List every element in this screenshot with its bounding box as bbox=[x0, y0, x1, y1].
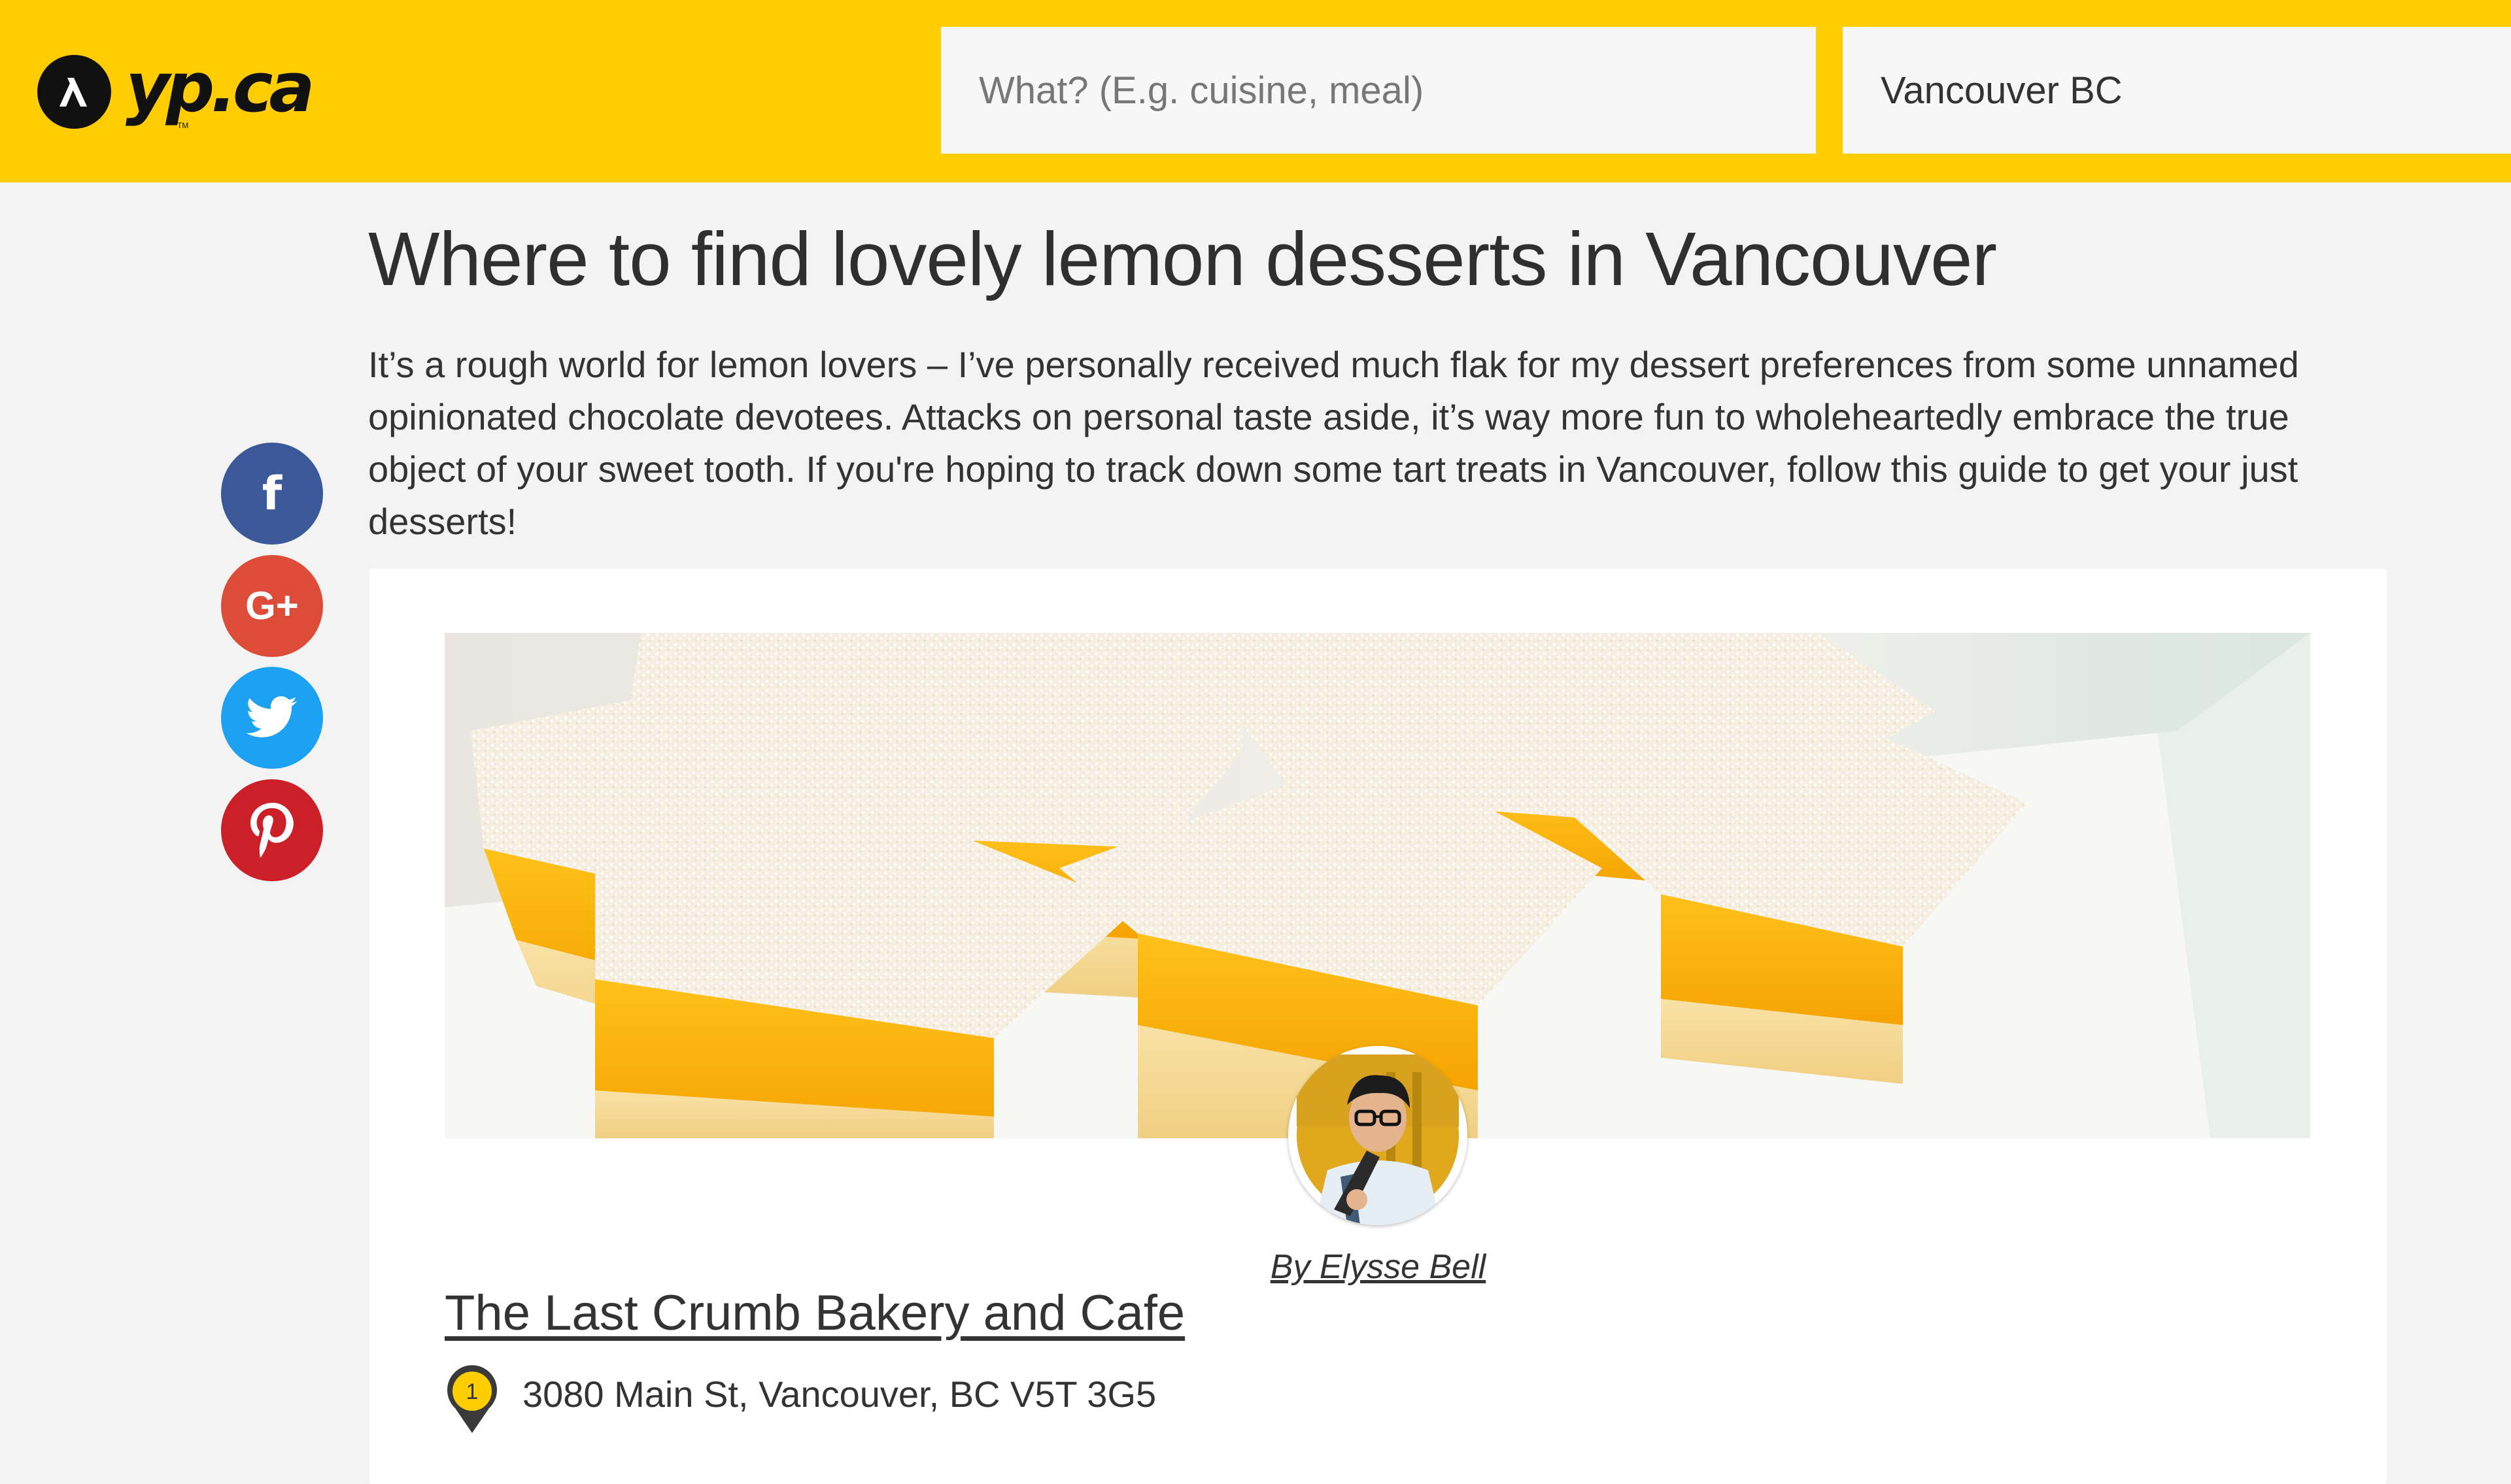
search-what-input[interactable] bbox=[941, 27, 1816, 154]
map-pin-icon: 1 bbox=[447, 1365, 497, 1433]
business-address: 3080 Main St, Vancouver, BC V5T 3G5 bbox=[522, 1374, 1157, 1415]
author-avatar[interactable] bbox=[1288, 1046, 1467, 1225]
business-name-link[interactable]: The Last Crumb Bakery and Cafe bbox=[445, 1285, 1185, 1341]
twitter-share-button[interactable] bbox=[221, 667, 323, 769]
site-header: yp.ca TM bbox=[0, 0, 2511, 182]
search-where-input[interactable] bbox=[1843, 27, 2511, 154]
google-plus-icon: G+ bbox=[245, 584, 299, 628]
google-plus-share-button[interactable]: G+ bbox=[221, 555, 323, 657]
facebook-icon: f bbox=[262, 467, 282, 520]
logo-trademark: TM bbox=[177, 121, 189, 130]
pinterest-icon bbox=[250, 803, 294, 858]
article-title: Where to find lovely lemon desserts in V… bbox=[368, 216, 1997, 301]
article-intro: It’s a rough world for lemon lovers – I’… bbox=[368, 344, 2299, 542]
yp-logo[interactable]: yp.ca TM bbox=[37, 46, 315, 137]
yp-hand-icon bbox=[37, 54, 111, 129]
logo-text: yp.ca bbox=[126, 48, 315, 127]
facebook-share-button[interactable]: f bbox=[221, 443, 323, 545]
author-byline-link[interactable]: By Elysse Bell bbox=[369, 1247, 2387, 1287]
twitter-icon bbox=[246, 696, 298, 737]
listing-card: By Elysse Bell The Last Crumb Bakery and… bbox=[369, 569, 2387, 1484]
pinterest-share-button[interactable] bbox=[221, 779, 323, 881]
pin-number: 1 bbox=[466, 1379, 479, 1404]
